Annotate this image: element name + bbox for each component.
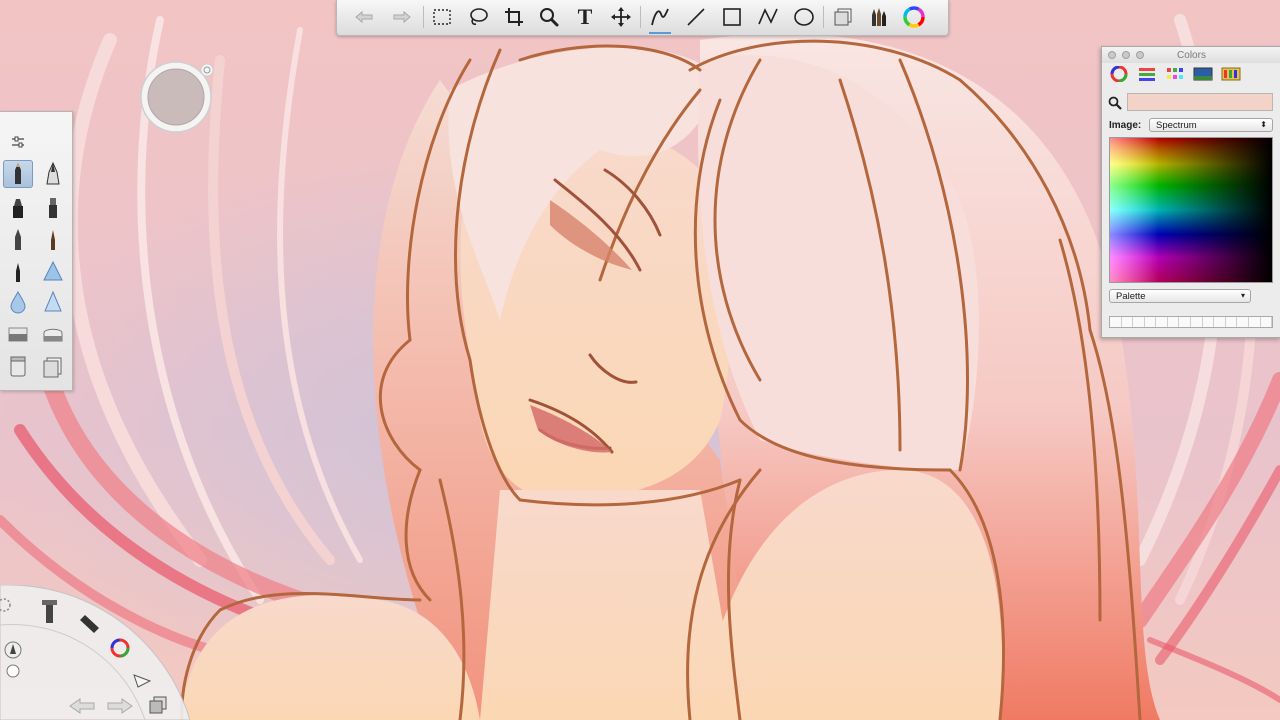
brush-library[interactable] <box>38 352 68 380</box>
lagoon-menu <box>0 585 190 720</box>
felt-marker-brush[interactable] <box>38 194 68 222</box>
color-wheel-mode-icon[interactable] <box>1108 65 1130 83</box>
brushes-icon[interactable] <box>865 4 891 30</box>
redo-icon[interactable] <box>389 4 415 30</box>
image-palette-mode-icon[interactable] <box>1192 65 1214 83</box>
palette-select-value: Palette <box>1116 291 1146 302</box>
spectrum-cursor[interactable] <box>1238 186 1243 191</box>
smudge-brush[interactable] <box>3 288 33 316</box>
toolbar-divider <box>823 6 824 28</box>
colors-titlebar: Colors <box>1102 47 1280 63</box>
crop-icon[interactable] <box>501 4 527 30</box>
sharpen-brush[interactable] <box>38 288 68 316</box>
toolbar-divider <box>423 6 424 28</box>
text-icon[interactable]: T <box>572 4 598 30</box>
opacity-icon[interactable] <box>6 664 20 678</box>
tools-toolbar: T <box>336 0 949 36</box>
move-icon[interactable] <box>608 4 634 30</box>
rectangle-icon[interactable] <box>719 4 745 30</box>
brush-settings-icon[interactable] <box>10 134 26 150</box>
fill-bucket[interactable] <box>3 352 33 380</box>
rect-select-icon[interactable] <box>429 4 455 30</box>
color-wheel-icon[interactable] <box>901 4 927 30</box>
hard-eraser[interactable] <box>3 320 33 348</box>
ink-pen-brush[interactable] <box>38 160 68 188</box>
layers-icon[interactable] <box>830 4 856 30</box>
current-color-swatch[interactable] <box>1127 93 1273 111</box>
blur-brush[interactable] <box>38 258 68 286</box>
marker-brush[interactable] <box>3 194 33 222</box>
ballpoint-brush[interactable] <box>3 226 33 254</box>
lasso-icon[interactable] <box>465 4 491 30</box>
chevron-down-icon: ▾ <box>1240 291 1245 300</box>
chevron-updown-icon: ⬍ <box>1260 120 1267 129</box>
image-select-value: Spectrum <box>1156 120 1197 131</box>
color-mode-tabs <box>1108 65 1242 87</box>
current-color-row <box>1102 91 1280 113</box>
image-label: Image: <box>1109 120 1142 131</box>
pen-tip-icon[interactable] <box>4 641 22 659</box>
colors-panel: Colors Image: Spectrum ⬍ Palette ▾ <box>1101 46 1280 338</box>
color-puck[interactable] <box>137 61 215 133</box>
line-icon[interactable] <box>683 4 709 30</box>
polyline-icon[interactable] <box>755 4 781 30</box>
soft-eraser[interactable] <box>38 320 68 348</box>
sliders-mode-icon[interactable] <box>1136 65 1158 83</box>
image-select[interactable]: Spectrum ⬍ <box>1149 118 1273 132</box>
freehand-icon[interactable] <box>647 4 673 34</box>
undo-icon[interactable] <box>351 4 377 30</box>
paintbrush-brush[interactable] <box>38 226 68 254</box>
palette-select[interactable]: Palette ▾ <box>1109 289 1251 303</box>
ellipse-icon[interactable] <box>791 4 817 30</box>
eyedropper-search-icon[interactable] <box>1108 96 1122 110</box>
zoom-icon[interactable] <box>536 4 562 30</box>
palettes-mode-icon[interactable] <box>1164 65 1186 83</box>
toolbar-divider <box>640 6 641 28</box>
pencil-brush[interactable] <box>3 160 33 188</box>
airbrush-brush[interactable] <box>3 258 33 286</box>
spectrum-picker[interactable] <box>1109 137 1273 283</box>
crayons-mode-icon[interactable] <box>1220 65 1242 83</box>
colors-title: Colors <box>1177 50 1206 61</box>
brush-palette <box>0 111 73 391</box>
swatch-strip[interactable] <box>1109 316 1273 328</box>
